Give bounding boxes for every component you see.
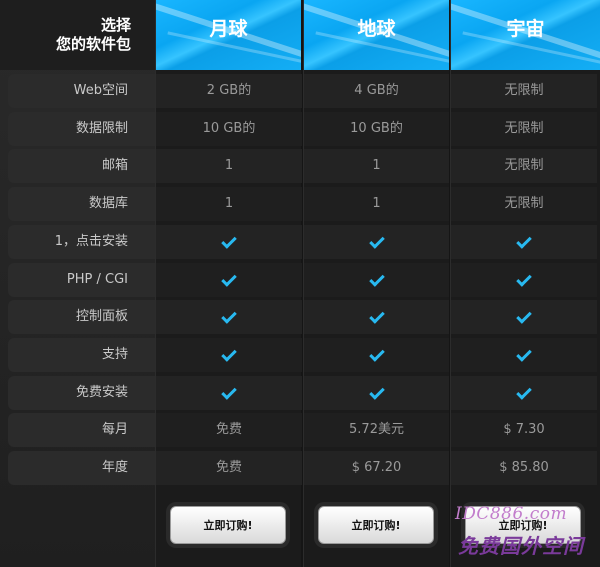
plan-header-moon: 月球 <box>156 0 301 70</box>
checkmark-icon <box>221 271 237 287</box>
checkmark-icon <box>516 271 532 287</box>
feature-label: 支持 <box>8 338 155 372</box>
table-row: 支持 <box>0 336 600 373</box>
feature-cell <box>156 225 302 259</box>
feature-value: 4 GB的 <box>304 74 449 108</box>
feature-cell <box>304 338 449 372</box>
table-row: 控制面板 <box>0 298 600 335</box>
plan-header-earth: 地球 <box>304 0 449 70</box>
table-title-line1: 选择 <box>100 16 131 34</box>
feature-cell <box>304 376 449 410</box>
feature-label: 免费安装 <box>8 376 155 410</box>
feature-value: 1 <box>156 149 302 183</box>
table-row: Web空间 2 GB的 4 GB的 无限制 <box>0 72 600 109</box>
feature-value: $ 7.30 <box>451 413 597 447</box>
plan-name-moon: 月球 <box>209 18 248 40</box>
table-title: 选择 您的软件包 <box>0 0 155 70</box>
watermark-tagline: 免费国外空间 <box>458 534 584 558</box>
feature-value: $ 67.20 <box>304 451 449 485</box>
plan-name-earth: 地球 <box>357 18 396 40</box>
feature-value: 2 GB的 <box>156 74 302 108</box>
table-row: PHP / CGI <box>0 261 600 298</box>
feature-value: 10 GB的 <box>156 112 302 146</box>
feature-value: 无限制 <box>451 187 597 221</box>
table-row: 1，点击安装 <box>0 223 600 260</box>
feature-cell <box>451 338 597 372</box>
checkmark-icon <box>516 308 532 324</box>
feature-label: 控制面板 <box>8 300 155 334</box>
checkmark-icon <box>368 233 385 249</box>
feature-value: 1 <box>156 187 302 221</box>
feature-value: $ 85.80 <box>451 451 597 485</box>
feature-label: Web空间 <box>8 74 155 108</box>
checkmark-icon <box>368 384 385 400</box>
checkmark-icon <box>221 384 237 400</box>
table-row: 免费安装 <box>0 374 600 411</box>
checkmark-icon <box>221 308 237 324</box>
feature-cell <box>451 225 597 259</box>
feature-cell <box>451 300 597 334</box>
checkmark-icon <box>516 384 532 400</box>
feature-label: 数据库 <box>8 187 155 221</box>
feature-cell <box>304 300 449 334</box>
feature-cell <box>156 300 302 334</box>
feature-cell <box>156 263 302 297</box>
order-button-moon[interactable]: 立即订购! <box>170 506 286 544</box>
feature-label: 年度 <box>8 451 155 485</box>
checkmark-icon <box>368 271 385 287</box>
feature-value: 1 <box>304 149 449 183</box>
checkmark-icon <box>516 346 532 362</box>
checkmark-icon <box>368 346 385 362</box>
table-row: 每月 免费 5.72美元 $ 7.30 <box>0 411 600 448</box>
checkmark-icon <box>368 308 385 324</box>
table-row: 数据限制 10 GB的 10 GB的 无限制 <box>0 110 600 147</box>
feature-value: 无限制 <box>451 112 597 146</box>
feature-label: PHP / CGI <box>8 263 155 297</box>
checkmark-icon <box>221 233 237 249</box>
feature-cell <box>304 263 449 297</box>
table-row: 邮箱 1 1 无限制 <box>0 147 600 184</box>
table-row: 年度 免费 $ 67.20 $ 85.80 <box>0 449 600 486</box>
order-button-earth[interactable]: 立即订购! <box>318 506 434 544</box>
table-title-line2: 您的软件包 <box>55 35 131 53</box>
checkmark-icon <box>221 346 237 362</box>
feature-label: 1，点击安装 <box>8 225 155 259</box>
watermark-domain: IDC886.com <box>455 504 568 524</box>
feature-cell <box>156 376 302 410</box>
feature-cell <box>451 263 597 297</box>
feature-label: 邮箱 <box>8 149 155 183</box>
plan-name-universe: 宇宙 <box>506 18 545 40</box>
feature-value: 免费 <box>156 413 302 447</box>
feature-cell <box>451 376 597 410</box>
feature-label: 数据限制 <box>8 112 155 146</box>
feature-value: 1 <box>304 187 449 221</box>
plan-header-universe: 宇宙 <box>451 0 600 70</box>
pricing-table: 选择 您的软件包 月球 地球 宇宙 Web空间 2 GB的 4 GB的 无限制 数据限制… <box>0 0 600 567</box>
checkmark-icon <box>516 233 532 249</box>
feature-value: 无限制 <box>451 149 597 183</box>
table-row: 数据库 1 1 无限制 <box>0 185 600 222</box>
feature-value: 免费 <box>156 451 302 485</box>
feature-cell <box>304 225 449 259</box>
feature-label: 每月 <box>8 413 155 447</box>
feature-value: 5.72美元 <box>304 413 449 447</box>
feature-value: 10 GB的 <box>304 112 449 146</box>
feature-value: 无限制 <box>451 74 597 108</box>
feature-cell <box>156 338 302 372</box>
